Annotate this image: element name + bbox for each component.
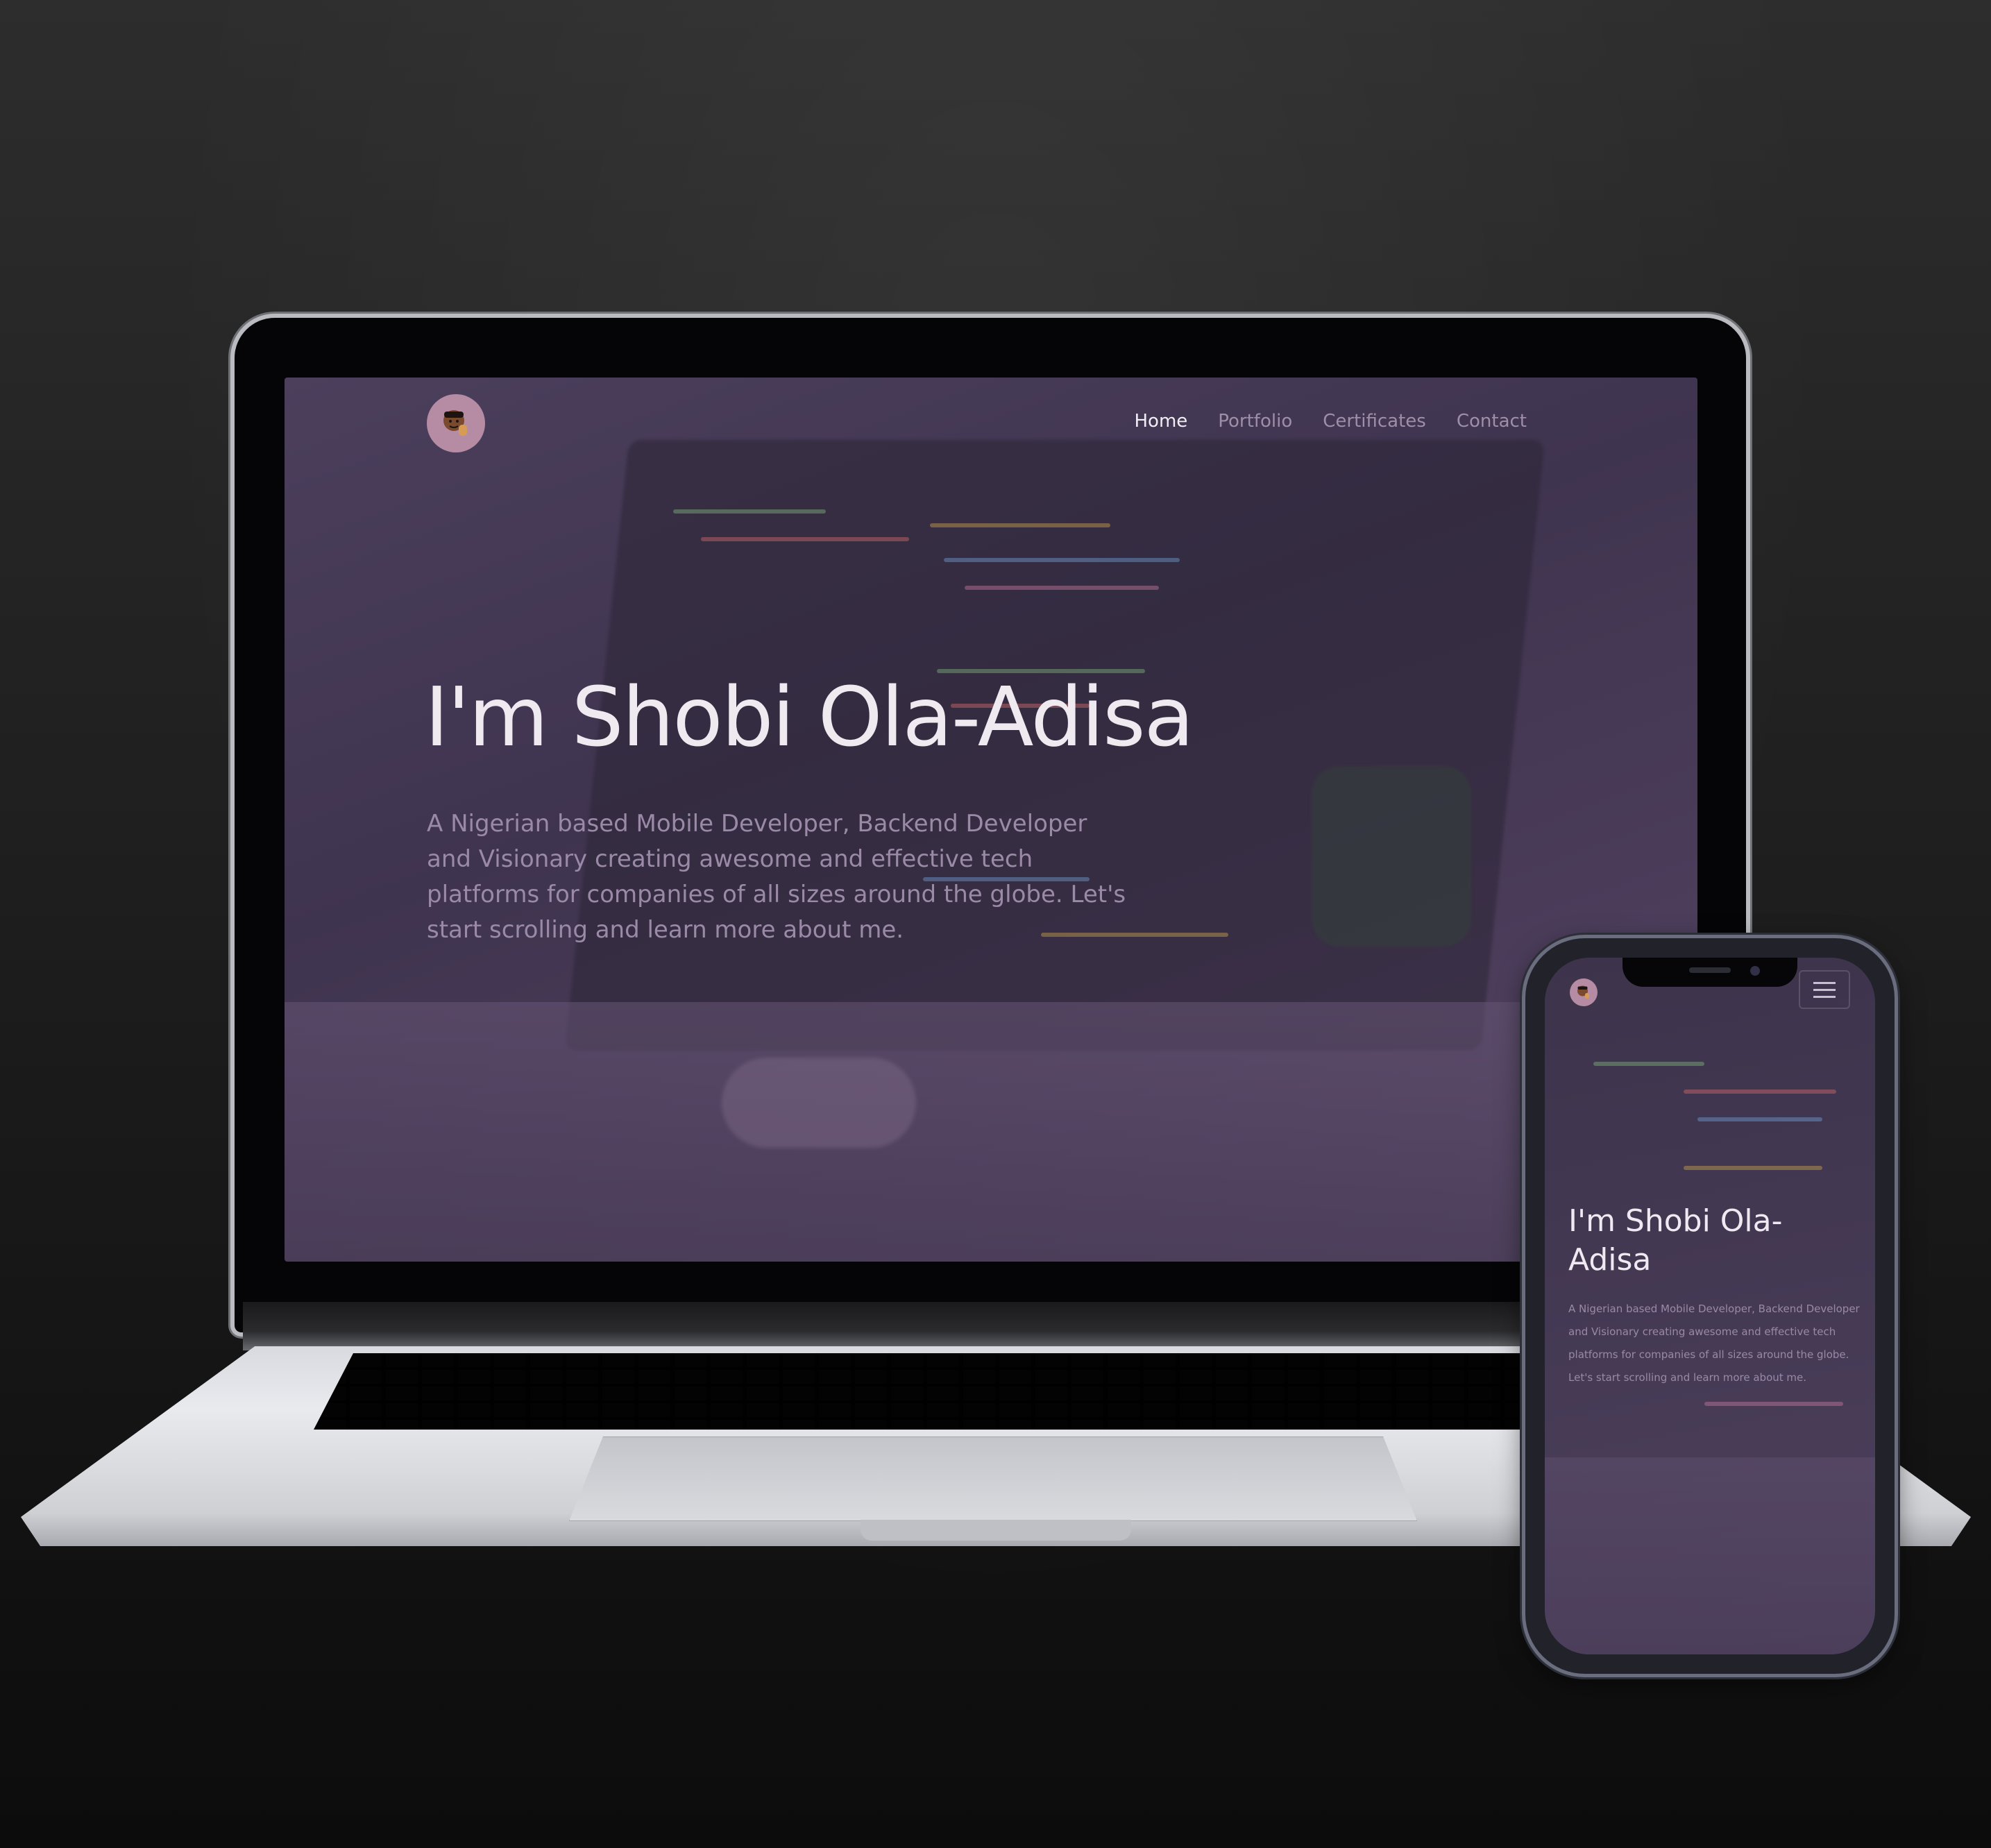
nav-certificates-link[interactable]: Certificates [1323, 411, 1426, 432]
background-code-line [701, 537, 909, 541]
background-code-line [673, 509, 826, 514]
hamburger-menu-button[interactable] [1799, 970, 1850, 1009]
avatar-memoji-icon [1577, 985, 1589, 999]
background-code-line [1704, 1402, 1843, 1406]
nav-home-link[interactable]: Home [1134, 411, 1187, 432]
nav-contact-link[interactable]: Contact [1457, 411, 1527, 432]
background-code-line [1697, 1117, 1822, 1121]
nav-portfolio-link[interactable]: Portfolio [1218, 411, 1292, 432]
phone-notch [1623, 958, 1797, 987]
background-code-line [944, 558, 1180, 562]
background-mouse-photo [722, 1058, 916, 1148]
mobile-hero-description: A Nigerian based Mobile Developer, Backe… [1568, 1303, 1860, 1384]
background-code-line [965, 586, 1159, 590]
hamburger-icon [1813, 988, 1836, 991]
background-code-line [1684, 1166, 1822, 1170]
speaker-grille [1689, 967, 1731, 973]
hamburger-icon [1813, 981, 1836, 984]
laptop-hinge [243, 1302, 1738, 1350]
avatar-memoji-icon [443, 410, 467, 436]
laptop-base-notch [861, 1520, 1131, 1541]
background-code-line [1593, 1062, 1704, 1066]
mobile-logo-avatar[interactable] [1570, 978, 1598, 1006]
laptop-trackpad [569, 1436, 1417, 1521]
background-code-line [930, 523, 1110, 527]
desktop-website: Home Portfolio Certificates Contact I'm … [285, 378, 1697, 1262]
hero-description: A Nigerian based Mobile Developer, Backe… [427, 810, 1126, 944]
laptop-keyboard [314, 1353, 1632, 1430]
background-plant-photo [1312, 766, 1471, 947]
site-logo-avatar[interactable] [427, 394, 485, 452]
background-table-photo [285, 1002, 1697, 1262]
mobile-website: I'm Shobi Ola-Adisa A Nigerian based Mob… [1545, 958, 1875, 1654]
background-code-line [1684, 1090, 1836, 1094]
main-nav: Home Portfolio Certificates Contact [1134, 411, 1527, 432]
front-camera-icon [1750, 966, 1760, 976]
hamburger-icon [1813, 995, 1836, 998]
background-table-photo [1545, 1457, 1875, 1654]
hero-title: I'm Shobi Ola-Adisa [425, 669, 1194, 765]
mobile-hero-title: I'm Shobi Ola-Adisa [1568, 1203, 1783, 1278]
